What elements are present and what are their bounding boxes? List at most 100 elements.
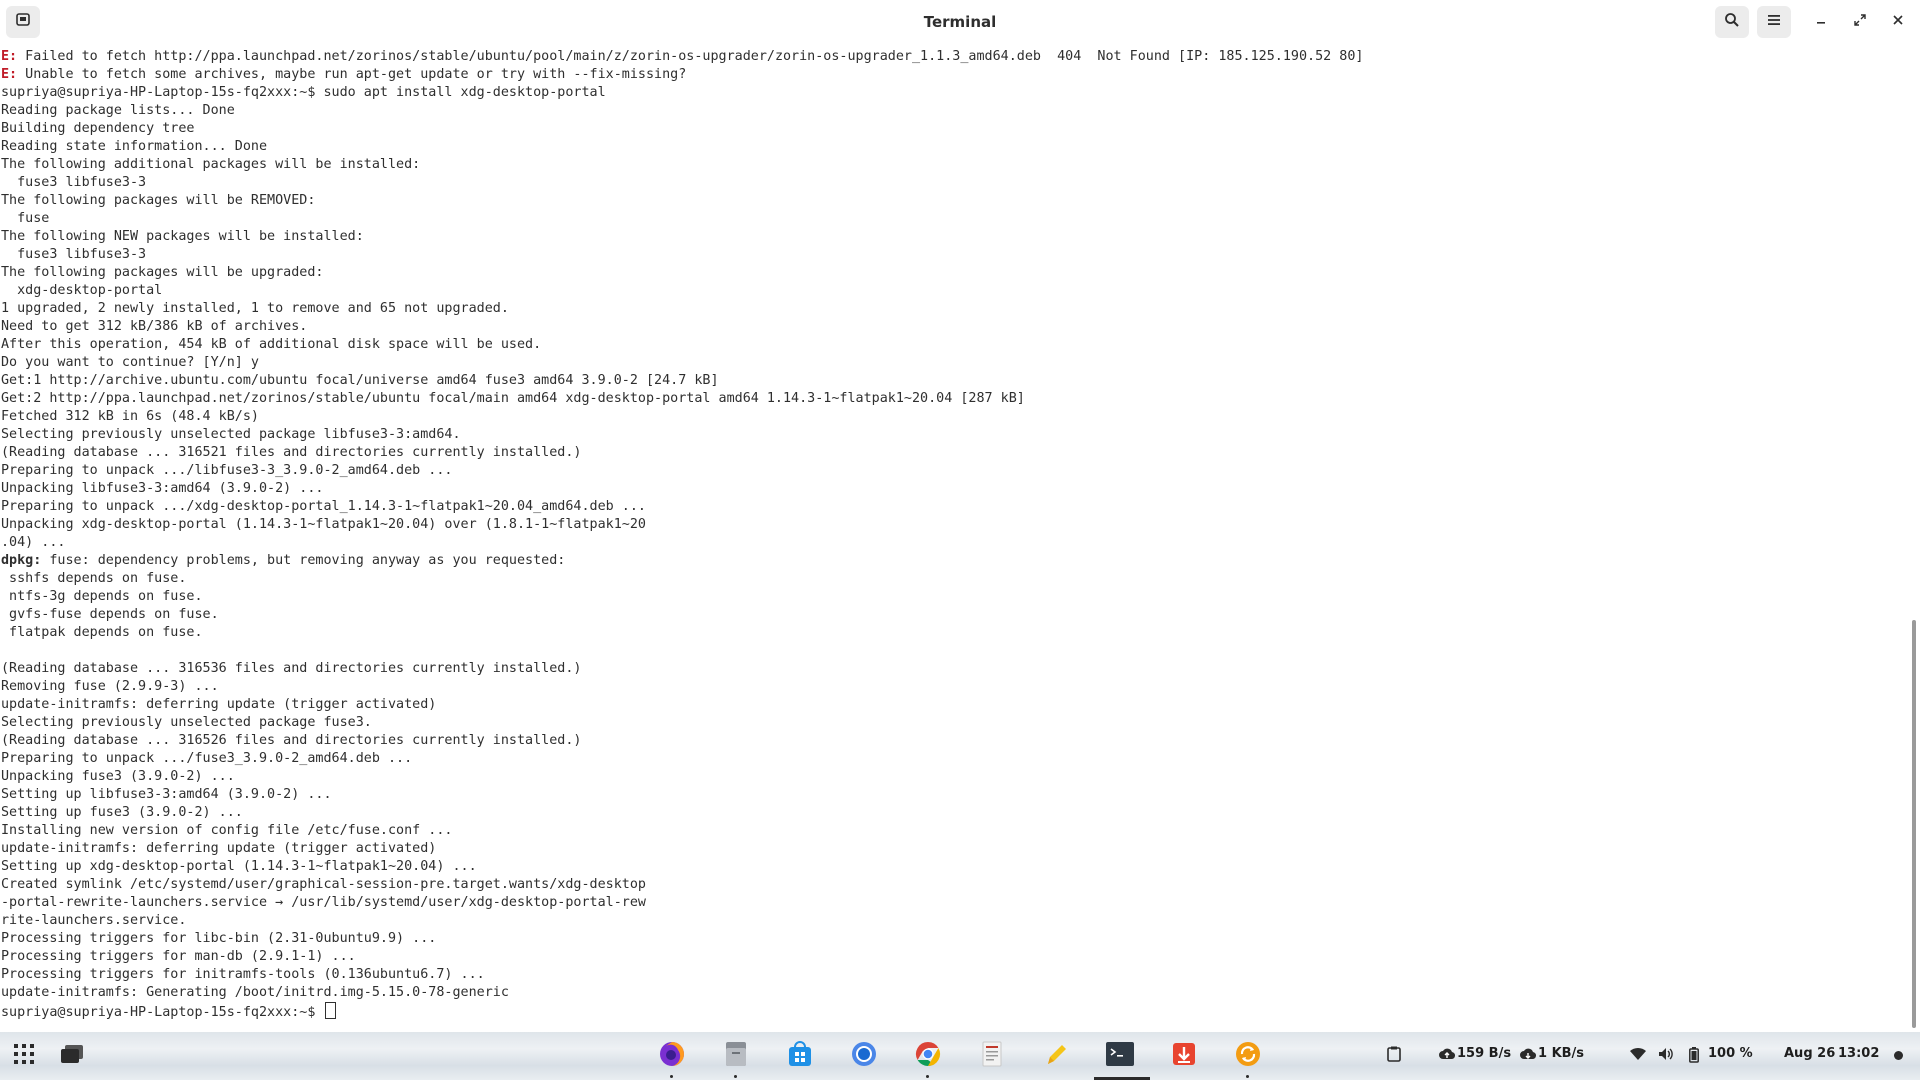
terminal-line-text: Get:2 http://ppa.launchpad.net/zorinos/s…	[1, 391, 1025, 406]
chromium-icon	[850, 1040, 878, 1073]
battery-percent[interactable]: 100 %	[1708, 1046, 1753, 1061]
terminal-line-text: update-initramfs: deferring update (trig…	[1, 697, 437, 712]
terminal-line: -portal-rewrite-launchers.service → /usr…	[0, 894, 1910, 912]
upload-icon	[1439, 1047, 1456, 1066]
terminal-line: After this operation, 454 kB of addition…	[0, 336, 1910, 354]
running-indicator	[1246, 1075, 1249, 1078]
terminal-line: Setting up libfuse3-3:amd64 (3.9.0-2) ..…	[0, 786, 1910, 804]
terminal-line: Setting up fuse3 (3.9.0-2) ...	[0, 804, 1910, 822]
files-icon	[722, 1040, 750, 1073]
terminal-line-text: After this operation, 454 kB of addition…	[1, 337, 542, 352]
terminal-line: update-initramfs: deferring update (trig…	[0, 840, 1910, 858]
window-titlebar: Terminal	[0, 0, 1920, 44]
firefox-icon	[658, 1040, 686, 1073]
terminal-output[interactable]: E: Failed to fetch http://ppa.launchpad.…	[0, 44, 1910, 1032]
app-grid-button[interactable]	[8, 1040, 40, 1072]
error-prefix: E:	[1, 49, 18, 64]
terminal-line-text: Reading state information... Done	[1, 139, 268, 154]
notification-dot-icon[interactable]	[1894, 1051, 1903, 1060]
clock-date[interactable]: Aug 26	[1784, 1046, 1835, 1061]
taskbar-app-update[interactable]	[1232, 1040, 1264, 1078]
terminal-line: (Reading database ... 316536 files and d…	[0, 660, 1910, 678]
terminal-line: E: Unable to fetch some archives, maybe …	[0, 66, 1910, 84]
software-store-icon	[786, 1040, 814, 1073]
terminal-line-text: Preparing to unpack .../libfuse3-3_3.9.0…	[1, 463, 453, 478]
terminal-line: flatpak depends on fuse.	[0, 624, 1910, 642]
terminal-line: Processing triggers for libc-bin (2.31-0…	[0, 930, 1910, 948]
terminal-line: fuse	[0, 210, 1910, 228]
terminal-line-text: The following packages will be REMOVED:	[1, 193, 316, 208]
terminal-line-text: Reading package lists... Done	[1, 103, 235, 118]
close-button[interactable]	[1886, 10, 1910, 34]
terminal-line-text: xdg-desktop-portal	[1, 283, 163, 298]
clipboard-button[interactable]	[1378, 1040, 1410, 1072]
terminal-line: Get:2 http://ppa.launchpad.net/zorinos/s…	[0, 390, 1910, 408]
terminal-line-text: Unpacking xdg-desktop-portal (1.14.3-1~f…	[1, 517, 646, 532]
volume-button[interactable]	[1650, 1040, 1682, 1072]
workspace-icon	[60, 1044, 84, 1069]
terminal-line-text: Fetched 312 kB in 6s (48.4 kB/s)	[1, 409, 259, 424]
terminal-line-text: Unpacking fuse3 (3.9.0-2) ...	[1, 769, 235, 784]
terminal-line: The following NEW packages will be insta…	[0, 228, 1910, 246]
running-indicator	[926, 1075, 929, 1078]
terminal-line-text: Selecting previously unselected package …	[1, 715, 372, 730]
terminal-line-text: Setting up fuse3 (3.9.0-2) ...	[1, 805, 243, 820]
terminal-line-text: The following additional packages will b…	[1, 157, 421, 172]
terminal-line-text: gvfs-fuse depends on fuse.	[1, 607, 219, 622]
terminal-line-text: Preparing to unpack .../xdg-desktop-port…	[1, 499, 646, 514]
taskbar-app-chromium[interactable]	[848, 1040, 880, 1072]
menu-button[interactable]	[1757, 6, 1791, 38]
taskbar-app-document-viewer[interactable]	[976, 1040, 1008, 1072]
search-button[interactable]	[1715, 6, 1749, 38]
taskbar-app-software-store[interactable]	[784, 1040, 816, 1072]
terminal-line-text: fuse3 libfuse3-3	[1, 247, 147, 262]
terminal-line: Preparing to unpack .../libfuse3-3_3.9.0…	[0, 462, 1910, 480]
shell-prompt: supriya@supriya-HP-Laptop-15s-fq2xxx:~$	[1, 1005, 324, 1020]
terminal-line: update-initramfs: deferring update (trig…	[0, 696, 1910, 714]
terminal-line: The following packages will be upgraded:	[0, 264, 1910, 282]
taskbar-app-chrome[interactable]	[912, 1040, 944, 1078]
terminal-line-text: fuse	[1, 211, 50, 226]
terminal-line: xdg-desktop-portal	[0, 282, 1910, 300]
terminal-line-text: The following packages will be upgraded:	[1, 265, 324, 280]
terminal-line-text: -portal-rewrite-launchers.service → /usr…	[1, 895, 646, 910]
downloader-icon	[1170, 1040, 1198, 1073]
restore-button[interactable]	[1848, 10, 1872, 34]
terminal-line-text: Created symlink /etc/systemd/user/graphi…	[1, 877, 646, 892]
workspace-switcher-button[interactable]	[56, 1040, 88, 1072]
terminal-line-text: Setting up libfuse3-3:amd64 (3.9.0-2) ..…	[1, 787, 332, 802]
taskbar-app-downloader[interactable]	[1168, 1040, 1200, 1072]
terminal-line-text: sshfs depends on fuse.	[1, 571, 187, 586]
download-speed: 1 KB/s	[1538, 1046, 1585, 1061]
close-icon	[1892, 13, 1904, 31]
terminal-line: Selecting previously unselected package …	[0, 714, 1910, 732]
taskbar-app-terminal[interactable]	[1094, 1040, 1150, 1080]
hamburger-menu-icon	[1766, 12, 1782, 33]
clock-time[interactable]: 13:02	[1838, 1046, 1879, 1061]
terminal-line: gvfs-fuse depends on fuse.	[0, 606, 1910, 624]
terminal-line-text: Selecting previously unselected package …	[1, 427, 461, 442]
terminal-line: Reading package lists... Done	[0, 102, 1910, 120]
terminal-scrollbar[interactable]	[1912, 620, 1916, 1028]
terminal-line-text: flatpak depends on fuse.	[1, 625, 203, 640]
taskbar-app-files[interactable]	[720, 1040, 752, 1078]
terminal-line: Processing triggers for initramfs-tools …	[0, 966, 1910, 984]
minimize-button[interactable]	[1809, 10, 1833, 34]
terminal-line: fuse3 libfuse3-3	[0, 174, 1910, 192]
terminal-line-text: ntfs-3g depends on fuse.	[1, 589, 203, 604]
terminal-line-text: (Reading database ... 316521 files and d…	[1, 445, 582, 460]
terminal-line: The following additional packages will b…	[0, 156, 1910, 174]
terminal-line-text: Unpacking libfuse3-3:amd64 (3.9.0-2) ...	[1, 481, 324, 496]
terminal-line: rite-launchers.service.	[0, 912, 1910, 930]
terminal-line: E: Failed to fetch http://ppa.launchpad.…	[0, 48, 1910, 66]
terminal-prompt-line[interactable]: supriya@supriya-HP-Laptop-15s-fq2xxx:~$	[0, 1002, 1910, 1020]
error-prefix: E:	[1, 67, 18, 82]
terminal-line: Fetched 312 kB in 6s (48.4 kB/s)	[0, 408, 1910, 426]
taskbar-app-firefox[interactable]	[656, 1040, 688, 1078]
terminal-icon	[1105, 1041, 1135, 1072]
taskbar-app-text-editor[interactable]	[1040, 1040, 1072, 1072]
terminal-line-text: Failed to fetch http://ppa.launchpad.net…	[17, 49, 1364, 64]
terminal-line: (Reading database ... 316526 files and d…	[0, 732, 1910, 750]
terminal-line-text: Setting up xdg-desktop-portal (1.14.3-1~…	[1, 859, 477, 874]
terminal-line: Unpacking libfuse3-3:amd64 (3.9.0-2) ...	[0, 480, 1910, 498]
